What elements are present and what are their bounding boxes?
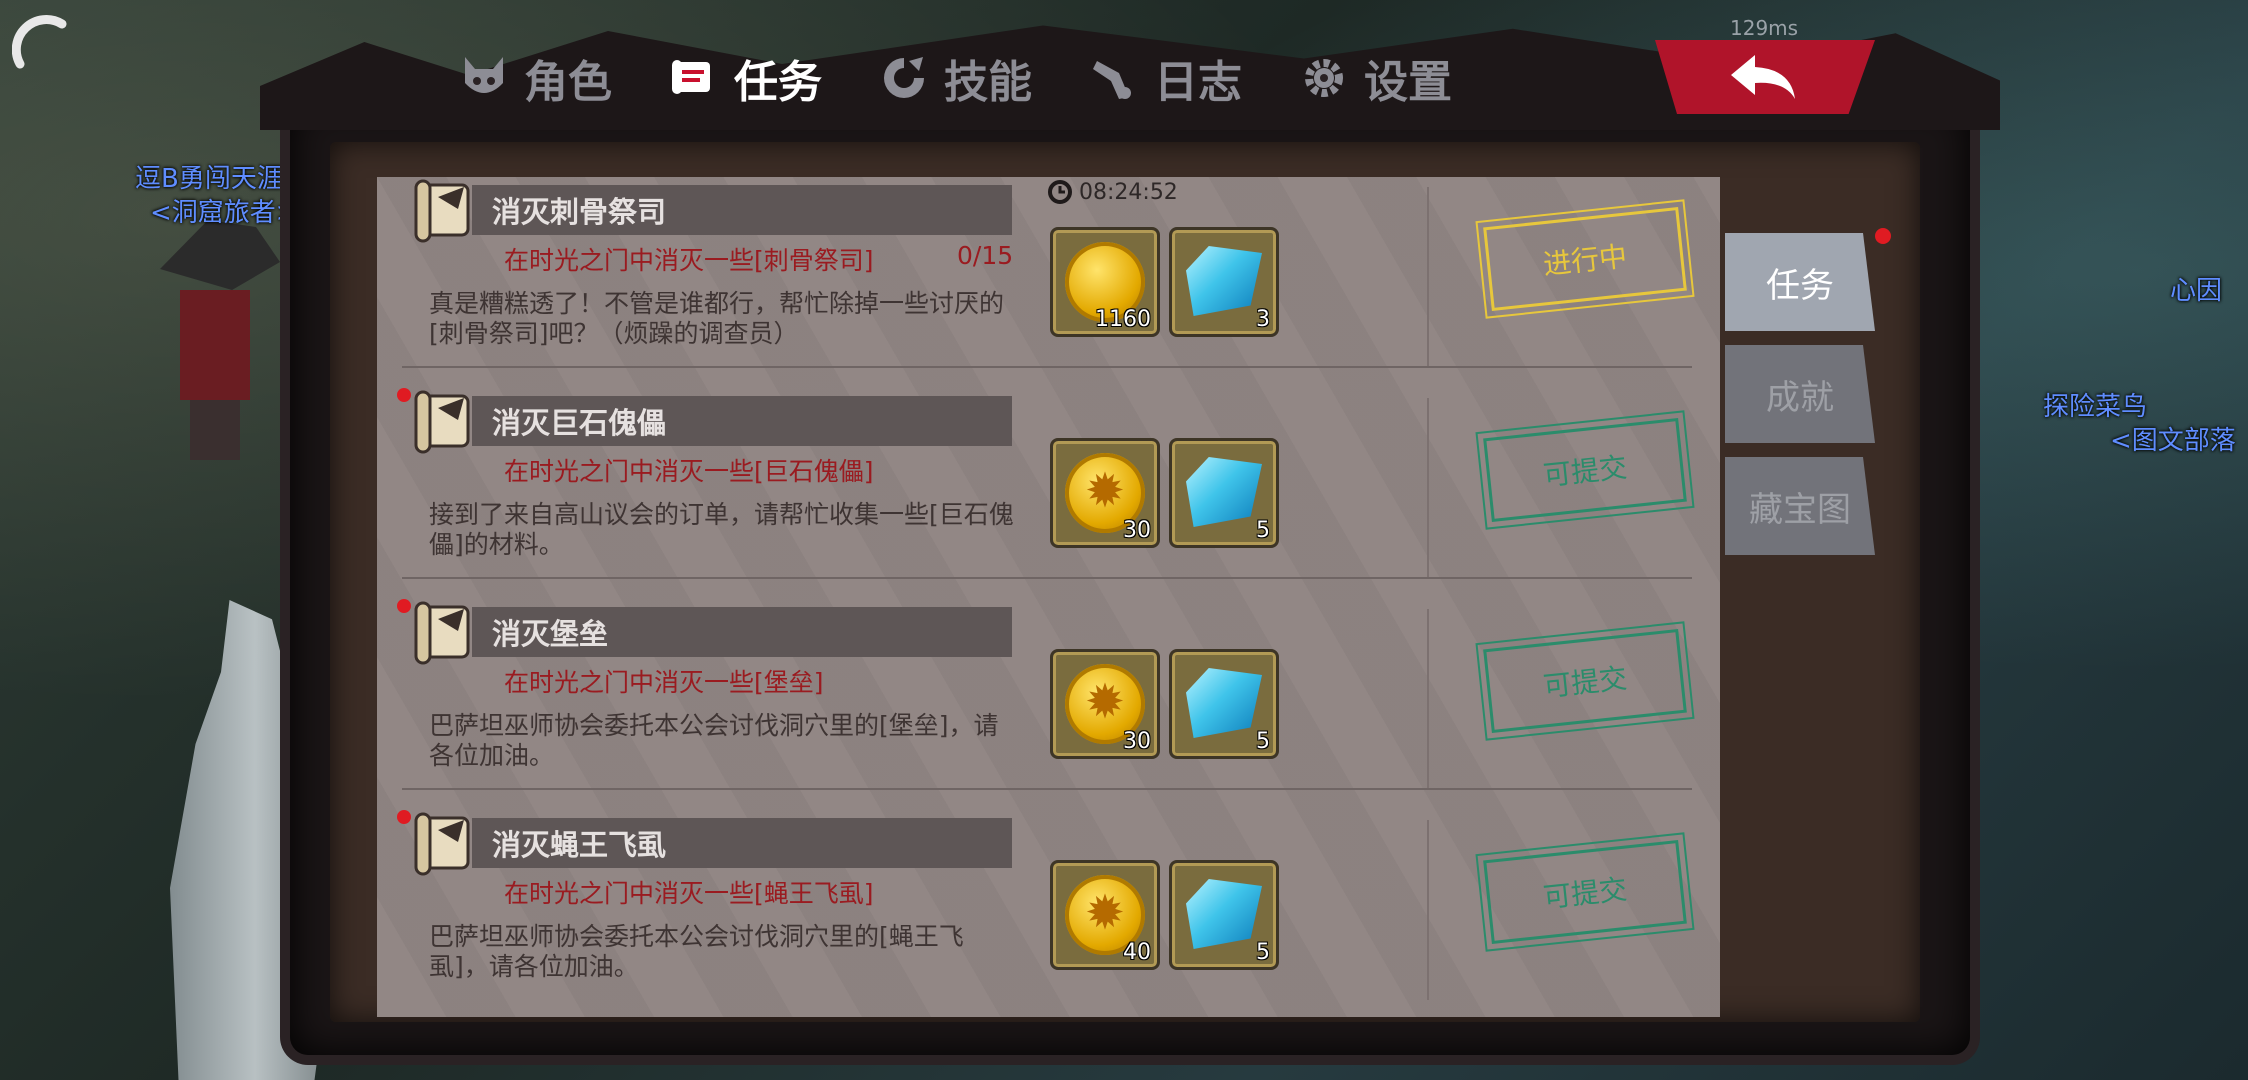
submit-stamp-button[interactable]: 可提交 xyxy=(1475,831,1695,953)
status-stamp-in-progress[interactable]: 进行中 xyxy=(1475,198,1695,320)
reward-gold-coin[interactable]: 1160 xyxy=(1050,227,1160,337)
skill-swirl-icon xyxy=(878,52,930,104)
scroll-icon xyxy=(668,52,720,104)
divider xyxy=(1427,187,1429,367)
tab-log[interactable]: 日志 xyxy=(1060,33,1270,123)
reward-count: 5 xyxy=(1256,940,1270,965)
tab-quest[interactable]: 任务 xyxy=(640,33,850,123)
divider xyxy=(1427,820,1429,1000)
reward-blue-crystal[interactable]: 3 xyxy=(1169,227,1279,337)
alert-dot xyxy=(397,599,411,613)
ping-indicator: 129ms xyxy=(1730,16,1799,40)
alert-dot xyxy=(397,388,411,402)
quest-objective: 在时光之门中消灭一些[堡垒] xyxy=(504,668,824,697)
blue-crystal-icon xyxy=(1186,668,1262,738)
quest-timer-value: 08:24:52 xyxy=(1079,179,1178,205)
tab-skills[interactable]: 技能 xyxy=(850,33,1060,123)
tab-settings-label: 设置 xyxy=(1364,57,1452,108)
back-button[interactable] xyxy=(1655,40,1875,114)
npc-name-left: 逗B勇闯天涯 xyxy=(135,164,283,194)
reward-count: 5 xyxy=(1256,729,1270,754)
submit-stamp-button[interactable]: 可提交 xyxy=(1475,409,1695,531)
quest-title: 消灭巨石傀儡 xyxy=(492,406,667,440)
npc-name-right: 探险菜鸟 xyxy=(2043,392,2148,422)
reward-sun-coin[interactable]: 30 xyxy=(1050,438,1160,548)
blue-crystal-icon xyxy=(1186,457,1262,527)
blue-crystal-icon xyxy=(1186,246,1262,316)
quest-objective: 在时光之门中消灭一些[蝇王飞虱] xyxy=(504,879,874,908)
divider xyxy=(1427,609,1429,789)
quest-scroll-icon xyxy=(414,179,470,243)
quest-description: 巴萨坦巫师协会委托本公会讨伐洞穴里的[蝇王飞虱]，请各位加油。 xyxy=(429,922,964,981)
quest-row[interactable]: 消灭堡垒 在时光之门中消灭一些[堡垒] 巴萨坦巫师协会委托本公会讨伐洞穴里的[堡… xyxy=(377,599,1695,810)
alert-dot xyxy=(397,810,411,824)
tab-settings[interactable]: 设置 xyxy=(1270,33,1480,123)
clock-icon xyxy=(1048,180,1072,204)
quest-row[interactable]: 消灭刺骨祭司 在时光之门中消灭一些[刺骨祭司] 0/15 真是糟糕透了！不管是谁… xyxy=(377,177,1695,388)
quest-title: 消灭蝇王飞虱 xyxy=(492,828,667,862)
top-tab-bar: 角色 任务 技能 日志 设置 xyxy=(430,28,1480,128)
quest-timer: 08:24:52 xyxy=(1047,179,1178,205)
tab-skills-label: 技能 xyxy=(944,57,1032,108)
row-divider xyxy=(402,577,1692,579)
gear-icon xyxy=(1298,52,1350,104)
reward-sun-coin[interactable]: 40 xyxy=(1050,860,1160,970)
reward-blue-crystal[interactable]: 5 xyxy=(1169,438,1279,548)
reward-count: 30 xyxy=(1123,518,1151,543)
tab-character-label: 角色 xyxy=(524,57,612,108)
row-divider xyxy=(402,366,1692,368)
reconnect-arc-icon[interactable] xyxy=(12,14,70,72)
quest-title: 消灭堡垒 xyxy=(492,617,609,651)
blue-crystal-icon xyxy=(1186,879,1262,949)
side-tab-achievements[interactable]: 成就 xyxy=(1725,345,1875,443)
quest-description: 接到了来自高山议会的订单，请帮忙收集一些[巨石傀儡]的材料。 xyxy=(429,500,1014,559)
npc-guild-left: <洞窟旅者> xyxy=(150,198,298,228)
side-tab-quests[interactable]: 任务 xyxy=(1725,233,1875,331)
quest-scroll-icon xyxy=(414,390,470,454)
reward-count: 40 xyxy=(1123,940,1151,965)
submit-stamp-button[interactable]: 可提交 xyxy=(1475,620,1695,742)
quest-objective: 在时光之门中消灭一些[刺骨祭司] xyxy=(504,246,874,275)
quest-progress: 0/15 xyxy=(957,241,1014,270)
reward-blue-crystal[interactable]: 5 xyxy=(1169,649,1279,759)
reward-count: 3 xyxy=(1256,307,1270,332)
reward-count: 1160 xyxy=(1095,307,1151,332)
quest-row[interactable]: 消灭蝇王飞虱 在时光之门中消灭一些[蝇王飞虱] 巴萨坦巫师协会委托本公会讨伐洞穴… xyxy=(377,810,1695,1017)
quest-list-panel[interactable]: 消灭刺骨祭司 在时光之门中消灭一些[刺骨祭司] 0/15 真是糟糕透了！不管是谁… xyxy=(377,177,1720,1017)
tab-log-label: 日志 xyxy=(1154,57,1242,108)
quest-description: 巴萨坦巫师协会委托本公会讨伐洞穴里的[堡垒]，请各位加油。 xyxy=(429,711,999,770)
tab-quest-label: 任务 xyxy=(734,57,822,108)
quest-description: 真是糟糕透了！不管是谁都行，帮忙除掉一些讨厌的[刺骨祭司]吧？（烦躁的调查员） xyxy=(429,289,1005,348)
divider xyxy=(1427,398,1429,578)
tab-character[interactable]: 角色 xyxy=(430,33,640,123)
quest-row[interactable]: 消灭巨石傀儡 在时光之门中消灭一些[巨石傀儡] 接到了来自高山议会的订单，请帮忙… xyxy=(377,388,1695,599)
horn-icon xyxy=(1088,52,1140,104)
quest-title: 消灭刺骨祭司 xyxy=(492,195,667,229)
quest-scroll-icon xyxy=(414,601,470,665)
alert-dot xyxy=(1875,228,1891,244)
row-divider xyxy=(402,788,1692,790)
reward-blue-crystal[interactable]: 5 xyxy=(1169,860,1279,970)
player-character-left[interactable] xyxy=(150,220,290,470)
npc-name-right-partial: 心因 xyxy=(2170,276,2223,306)
quest-objective: 在时光之门中消灭一些[巨石傀儡] xyxy=(504,457,874,486)
reward-sun-coin[interactable]: 30 xyxy=(1050,649,1160,759)
npc-guild-right: <图文部落 xyxy=(2110,426,2236,456)
quest-scroll-icon xyxy=(414,812,470,876)
side-tab-treasure-map[interactable]: 藏宝图 xyxy=(1725,457,1875,555)
return-arrow-icon xyxy=(1731,55,1795,99)
demon-face-icon xyxy=(458,52,510,104)
reward-count: 30 xyxy=(1123,729,1151,754)
reward-count: 5 xyxy=(1256,518,1270,543)
